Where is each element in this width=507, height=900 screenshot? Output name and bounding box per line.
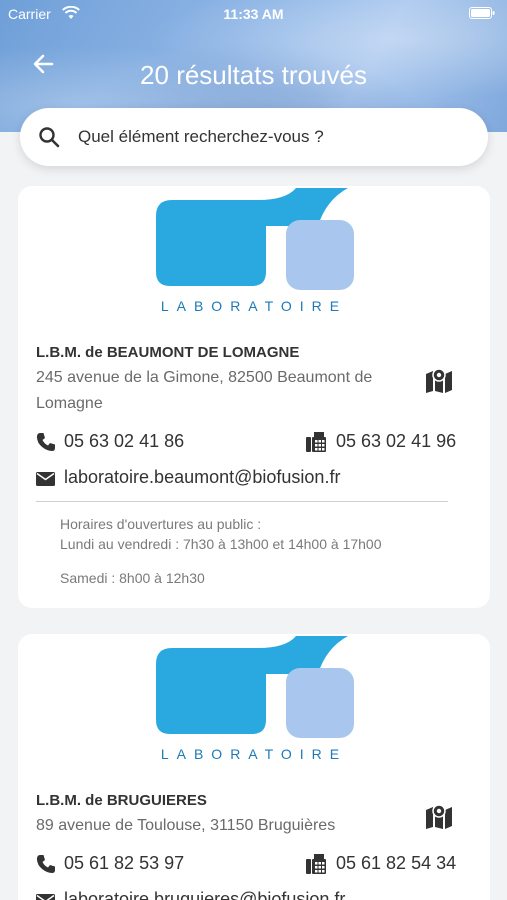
status-time: 11:33 AM <box>223 6 284 22</box>
logo-text: LABORATOIRE <box>160 298 348 314</box>
result-card[interactable]: LABORATOIRE L.B.M. de BEAUMONT DE LOMAGN… <box>18 186 490 608</box>
opening-hours-title: Horaires d'ouvertures au public : <box>60 516 262 532</box>
contact-phone-row: 05 61 82 53 97 05 61 82 54 34 <box>36 852 476 876</box>
email-link[interactable]: laboratoire.beaumont@biofusion.fr <box>64 467 340 488</box>
contact-email-row: laboratoire.bruguieres@biofusion.fr <box>36 889 476 900</box>
contact-email-row: laboratoire.beaumont@biofusion.fr <box>36 467 476 491</box>
phone-number[interactable]: 05 63 02 41 86 <box>64 431 184 452</box>
phone-icon <box>36 433 55 451</box>
lab-name: L.B.M. de BEAUMONT DE LOMAGNE <box>36 344 300 361</box>
mail-icon <box>36 472 55 486</box>
laboratoire-logo <box>156 636 354 738</box>
mail-icon <box>36 894 55 900</box>
laboratoire-logo <box>156 188 354 290</box>
divider <box>36 501 448 502</box>
opening-hours-saturday: Samedi : 8h00 à 12h30 <box>60 570 205 586</box>
fax-icon <box>306 432 326 452</box>
status-bar: Carrier 11:33 AM <box>0 0 507 28</box>
battery-icon <box>469 7 495 19</box>
search-input[interactable] <box>78 122 468 152</box>
fax-number: 05 61 82 54 34 <box>336 853 457 873</box>
map-icon[interactable] <box>424 366 454 394</box>
fax-icon <box>306 854 326 874</box>
contact-phone-row: 05 63 02 41 86 05 63 02 41 96 <box>36 430 476 454</box>
lab-name: L.B.M. de BRUGUIERES <box>36 792 207 809</box>
search-bar[interactable] <box>20 108 488 166</box>
email-link[interactable]: laboratoire.bruguieres@biofusion.fr <box>64 889 345 900</box>
page-title: 20 résultats trouvés <box>140 60 367 90</box>
phone-icon <box>36 855 55 873</box>
map-icon[interactable] <box>424 802 454 830</box>
phone-number[interactable]: 05 61 82 53 97 <box>64 853 184 874</box>
result-card[interactable]: LABORATOIRE L.B.M. de BRUGUIERES 89 aven… <box>18 634 490 900</box>
logo-text: LABORATOIRE <box>160 746 348 762</box>
lab-address: 89 avenue de Toulouse, 31150 Bruguières <box>36 817 336 834</box>
fax-number: 05 63 02 41 96 <box>336 431 457 451</box>
lab-address: 245 avenue de la Gimone, 82500 Beaumont … <box>36 369 373 412</box>
opening-hours-week: Lundi au vendredi : 7h30 à 13h00 et 14h0… <box>60 536 382 552</box>
search-icon <box>39 127 60 148</box>
